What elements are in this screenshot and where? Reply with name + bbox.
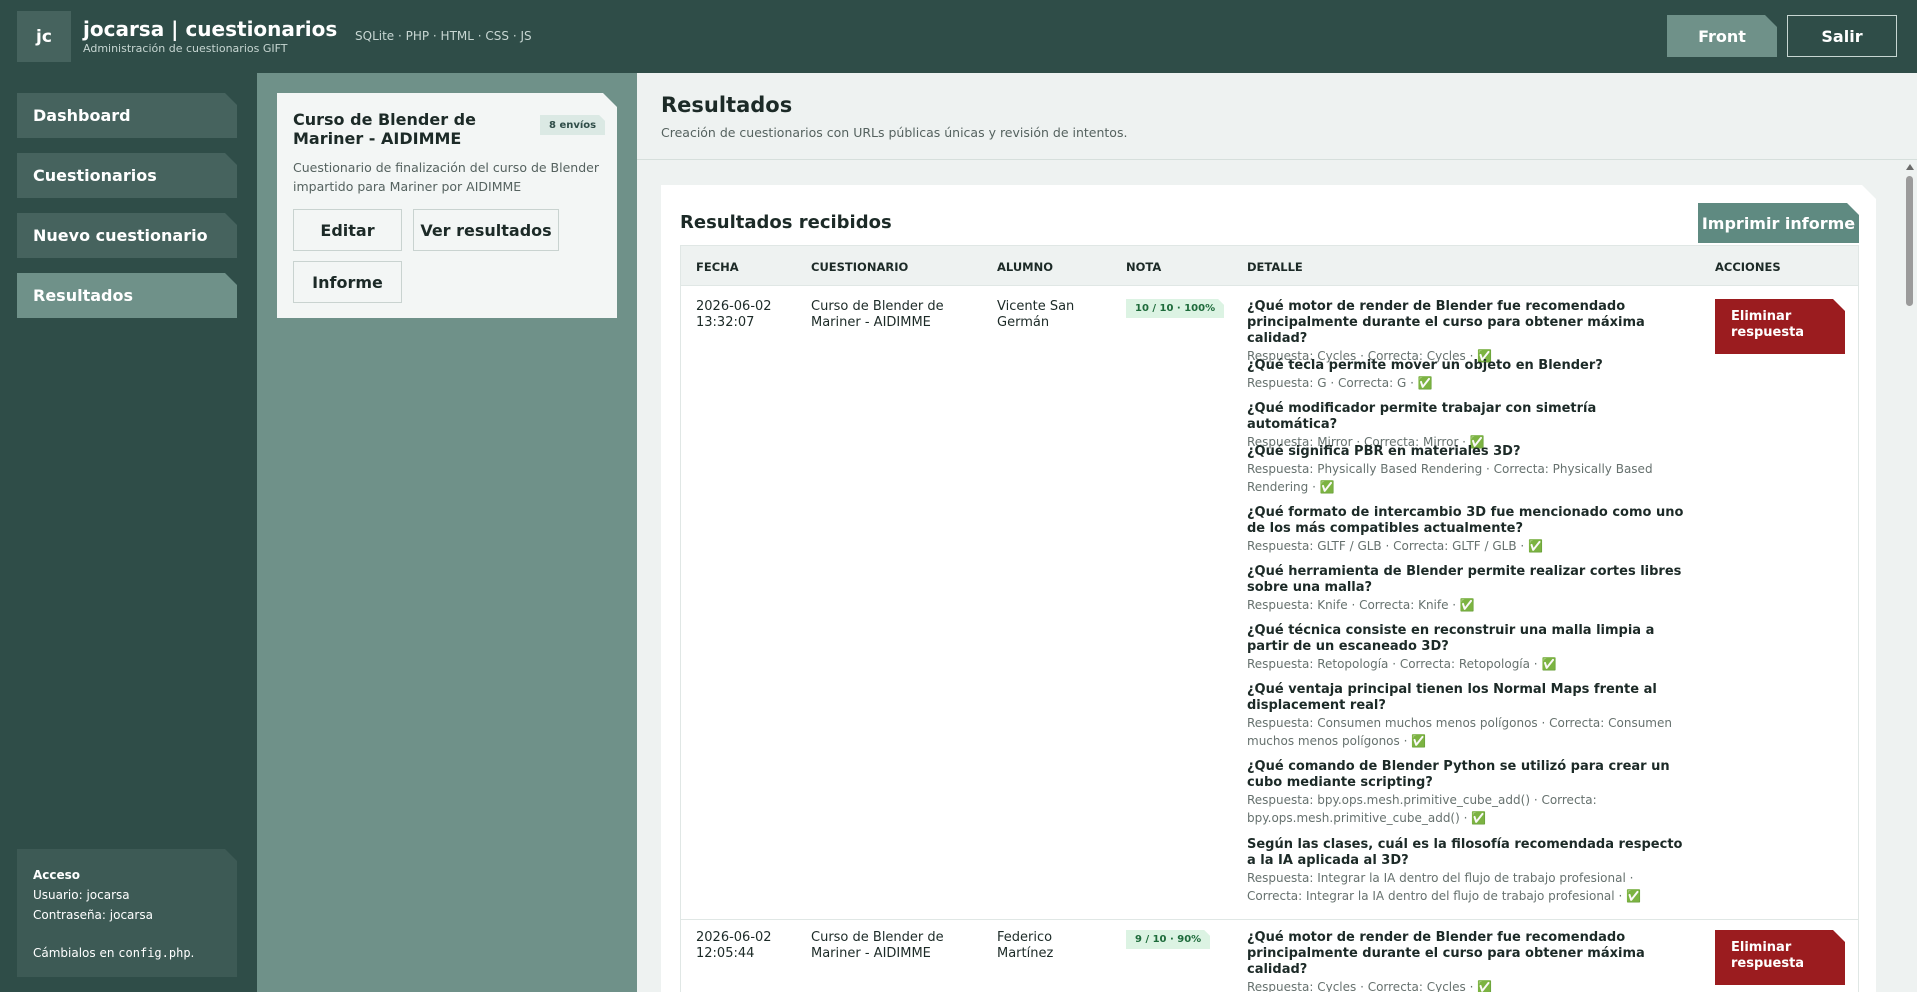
report-button[interactable]: Informe <box>293 261 402 303</box>
question-text: ¿Qué motor de render de Blender fue reco… <box>1247 299 1645 346</box>
column-header-cuestionario: CUESTIONARIO <box>811 260 909 274</box>
top-bar: jc jocarsa | cuestionarios Administració… <box>0 0 1917 73</box>
question-text: ¿Qué motor de render de Blender fue reco… <box>1247 930 1645 977</box>
row-quiz: Curso de Blender de Mariner - AIDIMME <box>811 930 944 961</box>
logout-button[interactable]: Salir <box>1787 15 1897 57</box>
page-header: Resultados Creación de cuestionarios con… <box>637 73 1917 160</box>
delete-response-button[interactable]: Eliminar respuesta <box>1715 930 1845 985</box>
sidebar-item-cuestionarios[interactable]: Cuestionarios <box>17 153 237 198</box>
column-header-detalle: DETALLE <box>1247 260 1303 274</box>
grade-badge: 9 / 10 · 90% <box>1126 930 1210 949</box>
row-student: Federico Martínez <box>997 930 1054 961</box>
answer-text: Respuesta: Cycles · Correcta: Cycles · ✅ <box>1247 980 1493 992</box>
sidebar-item-dashboard[interactable]: Dashboard <box>17 93 237 138</box>
column-header-alumno: ALUMNO <box>997 260 1054 274</box>
app-title: jocarsa | cuestionarios <box>83 17 338 41</box>
row-date: 2026-06-02 13:32:07 <box>696 299 772 331</box>
detail-item: ¿Qué ventaja principal tienen los Normal… <box>1247 682 1687 750</box>
row-date-time: 13:32:07 <box>696 315 755 330</box>
scroll-thumb[interactable] <box>1906 176 1913 306</box>
submissions-badge: 8 envíos <box>540 115 605 135</box>
question-text: ¿Qué técnica consiste en reconstruir una… <box>1247 623 1655 654</box>
detail-item: ¿Qué comando de Blender Python se utiliz… <box>1247 759 1687 827</box>
page-subtitle: Creación de cuestionarios con URLs públi… <box>661 125 1128 140</box>
table-row: 2026-06-02 13:32:07 Curso de Blender de … <box>681 287 1858 919</box>
scroll-up-arrow-icon[interactable] <box>1906 164 1914 170</box>
column-header-acciones: ACCIONES <box>1715 260 1781 274</box>
quiz-description: Cuestionario de finalización del curso d… <box>293 160 599 194</box>
answer-text: Respuesta: G · Correcta: G · ✅ <box>1247 376 1433 390</box>
row-separator <box>681 919 1858 920</box>
sidebar-item-resultados[interactable]: Resultados <box>17 273 237 318</box>
question-text: ¿Qué formato de intercambio 3D fue menci… <box>1247 505 1684 536</box>
front-button[interactable]: Front <box>1667 15 1777 57</box>
quiz-card: Curso de Blender de Mariner - AIDIMME 8 … <box>277 93 617 318</box>
grade-badge: 10 / 10 · 100% <box>1126 299 1224 318</box>
answer-text: Respuesta: Integrar la IA dentro del flu… <box>1247 871 1642 903</box>
access-info: Acceso Usuario: jocarsa Contraseña: joca… <box>17 849 237 977</box>
detail-item: ¿Qué motor de render de Blender fue reco… <box>1247 930 1687 992</box>
question-text: ¿Qué herramienta de Blender permite real… <box>1247 564 1682 595</box>
detail-item: ¿Qué formato de intercambio 3D fue menci… <box>1247 505 1687 555</box>
tech-stack: SQLite · PHP · HTML · CSS · JS <box>355 29 532 43</box>
delete-response-button[interactable]: Eliminar respuesta <box>1715 299 1845 354</box>
row-date-day: 2026-06-02 <box>696 299 772 314</box>
view-results-button[interactable]: Ver resultados <box>413 209 559 251</box>
config-file: config.php <box>118 946 191 960</box>
answer-text: Respuesta: Knife · Correcta: Knife · ✅ <box>1247 598 1475 612</box>
results-table: FECHA CUESTIONARIO ALUMNO NOTA DETALLE A… <box>680 245 1859 992</box>
print-report-button[interactable]: Imprimir informe <box>1698 203 1859 243</box>
detail-item: ¿Qué motor de render de Blender fue reco… <box>1247 299 1687 365</box>
row-date-time: 12:05:44 <box>696 946 755 961</box>
panel-title: Resultados recibidos <box>680 212 892 233</box>
row-date: 2026-06-02 12:05:44 <box>696 930 772 962</box>
answer-text: Respuesta: Physically Based Rendering · … <box>1247 462 1653 494</box>
access-user: Usuario: jocarsa <box>33 888 130 902</box>
column-header-nota: NOTA <box>1126 260 1162 274</box>
access-note-text: Cámbialos en <box>33 946 115 960</box>
main-content: Resultados Creación de cuestionarios con… <box>637 73 1917 992</box>
detail-item: ¿Qué técnica consiste en reconstruir una… <box>1247 623 1687 673</box>
question-text: ¿Qué ventaja principal tienen los Normal… <box>1247 682 1657 713</box>
answer-text: Respuesta: GLTF / GLB · Correcta: GLTF /… <box>1247 539 1543 553</box>
access-note-end: . <box>190 946 195 960</box>
quiz-title: Curso de Blender de Mariner - AIDIMME <box>293 110 476 148</box>
sidebar-item-nuevo-cuestionario[interactable]: Nuevo cuestionario <box>17 213 237 258</box>
sidebar: Dashboard Cuestionarios Nuevo cuestionar… <box>0 73 257 992</box>
question-text: ¿Qué tecla permite mover un objeto en Bl… <box>1247 358 1603 373</box>
detail-item: ¿Qué significa PBR en materiales 3D? Resp… <box>1247 444 1687 496</box>
question-text: ¿Qué modificador permite trabajar con si… <box>1247 401 1597 432</box>
row-student: Vicente San Germán <box>997 299 1075 330</box>
row-quiz: Curso de Blender de Mariner - AIDIMME <box>811 299 944 330</box>
column-header-fecha: FECHA <box>696 260 739 274</box>
answer-text: Respuesta: Consumen muchos menos polígon… <box>1247 716 1672 748</box>
access-password: Contraseña: jocarsa <box>33 908 153 922</box>
question-text: Según las clases, cuál es la filosofía r… <box>1247 837 1683 868</box>
edit-button[interactable]: Editar <box>293 209 402 251</box>
answer-text: Respuesta: bpy.ops.mesh.primitive_cube_a… <box>1247 793 1597 825</box>
app-subtitle: Administración de cuestionarios GIFT <box>83 42 288 55</box>
answer-text: Respuesta: Retopología · Correcta: Retop… <box>1247 657 1557 671</box>
access-note: Cámbialos en config.php. <box>33 943 221 963</box>
scrollbar[interactable] <box>1902 160 1917 992</box>
question-text: ¿Qué comando de Blender Python se utiliz… <box>1247 759 1670 790</box>
table-header: FECHA CUESTIONARIO ALUMNO NOTA DETALLE A… <box>681 246 1858 286</box>
results-panel: Resultados recibidos Imprimir informe FE… <box>661 185 1876 992</box>
detail-item: Según las clases, cuál es la filosofía r… <box>1247 837 1687 905</box>
logo: jc <box>17 11 71 62</box>
page-title: Resultados <box>661 93 793 117</box>
row-date-day: 2026-06-02 <box>696 930 772 945</box>
detail-item: ¿Qué herramienta de Blender permite real… <box>1247 564 1687 614</box>
question-text: ¿Qué significa PBR en materiales 3D? <box>1247 444 1521 459</box>
table-row: 2026-06-02 12:05:44 Curso de Blender de … <box>681 919 1858 992</box>
detail-item: ¿Qué tecla permite mover un objeto en Bl… <box>1247 358 1687 392</box>
access-title: Acceso <box>33 868 81 882</box>
